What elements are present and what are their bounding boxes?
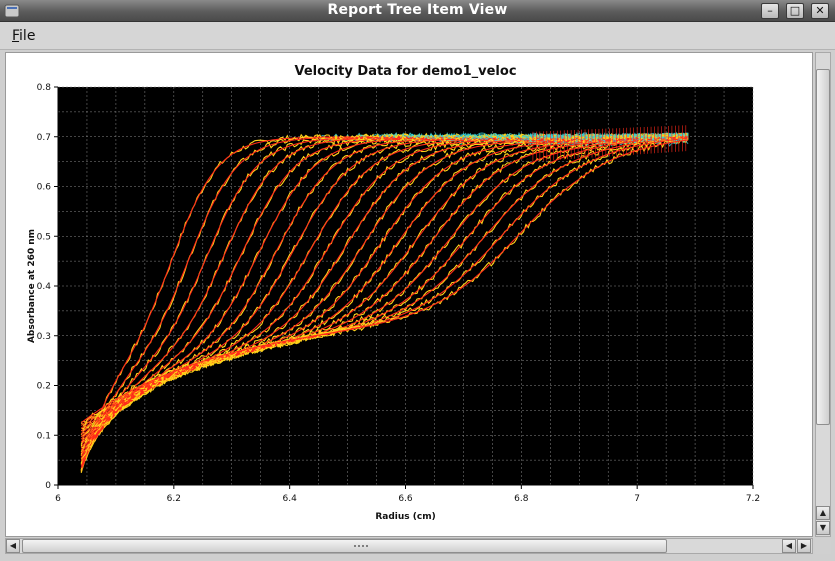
maximize-icon: □ xyxy=(789,4,801,17)
horizontal-scroll-thumb[interactable] xyxy=(22,539,667,553)
velocity-chart: Velocity Data for demo1_veloc 6 6.2 6.4 6.6 6… xyxy=(27,64,760,522)
menu-file-mnemonic: F xyxy=(12,28,20,44)
x-tick-label: 7.2 xyxy=(746,494,760,504)
scroll-left-button-2[interactable]: ◀ xyxy=(782,539,796,553)
menu-file-label: ile xyxy=(19,28,36,44)
minimize-button[interactable]: – xyxy=(761,3,779,19)
arrow-down-icon: ▼ xyxy=(819,523,827,532)
menu-file[interactable]: File xyxy=(12,28,35,44)
x-tick-label: 6.2 xyxy=(167,494,181,504)
scroll-down-button[interactable]: ▼ xyxy=(816,521,830,535)
chart-title: Velocity Data for demo1_veloc xyxy=(294,64,516,79)
x-tick-label: 6.4 xyxy=(283,494,298,504)
close-icon: ✕ xyxy=(815,4,825,17)
close-button[interactable]: ✕ xyxy=(811,3,829,19)
x-tick-label: 7 xyxy=(634,494,640,504)
y-tick-label: 0.3 xyxy=(37,332,51,342)
vertical-scroll-thumb[interactable] xyxy=(816,69,830,425)
report-viewport: Velocity Data for demo1_veloc 6 6.2 6.4 6.6 6… xyxy=(5,52,813,537)
arrow-right-icon: ▶ xyxy=(800,541,808,550)
y-tick-label: 0.8 xyxy=(37,83,52,93)
menu-bar: File xyxy=(0,22,835,50)
scroll-left-button[interactable]: ◀ xyxy=(6,539,20,553)
y-tick-label: 0.4 xyxy=(37,282,52,292)
x-tick-label: 6.8 xyxy=(514,494,529,504)
y-tick-label: 0.6 xyxy=(37,183,52,193)
y-tick-label: 0.5 xyxy=(37,232,51,242)
arrow-up-icon: ▲ xyxy=(819,508,827,517)
scroll-up-button[interactable]: ▲ xyxy=(816,506,830,520)
arrow-left-icon: ◀ xyxy=(785,541,793,550)
vertical-scrollbar[interactable]: ▲ ▼ xyxy=(815,52,831,537)
x-tick-label: 6.6 xyxy=(398,494,413,504)
title-bar: Report Tree Item View – □ ✕ xyxy=(0,0,835,22)
y-tick-label: 0.1 xyxy=(37,431,51,441)
scroll-right-button[interactable]: ▶ xyxy=(797,539,811,553)
y-tick-label: 0 xyxy=(45,481,51,491)
minimize-icon: – xyxy=(767,4,773,17)
window-title: Report Tree Item View xyxy=(327,2,508,18)
maximize-button[interactable]: □ xyxy=(786,3,804,19)
x-axis-label: Radius (cm) xyxy=(375,512,435,522)
scroll-corner xyxy=(815,538,831,554)
y-tick-label: 0.7 xyxy=(37,133,51,143)
x-tick-label: 6 xyxy=(55,494,61,504)
y-tick-label: 0.2 xyxy=(37,382,51,392)
scroll-grip-icon xyxy=(353,544,369,549)
horizontal-scrollbar[interactable]: ◀ ◀ ▶ xyxy=(5,538,813,554)
arrow-left-icon: ◀ xyxy=(9,541,17,550)
y-axis-label: Absorbance at 260 nm xyxy=(27,229,37,343)
